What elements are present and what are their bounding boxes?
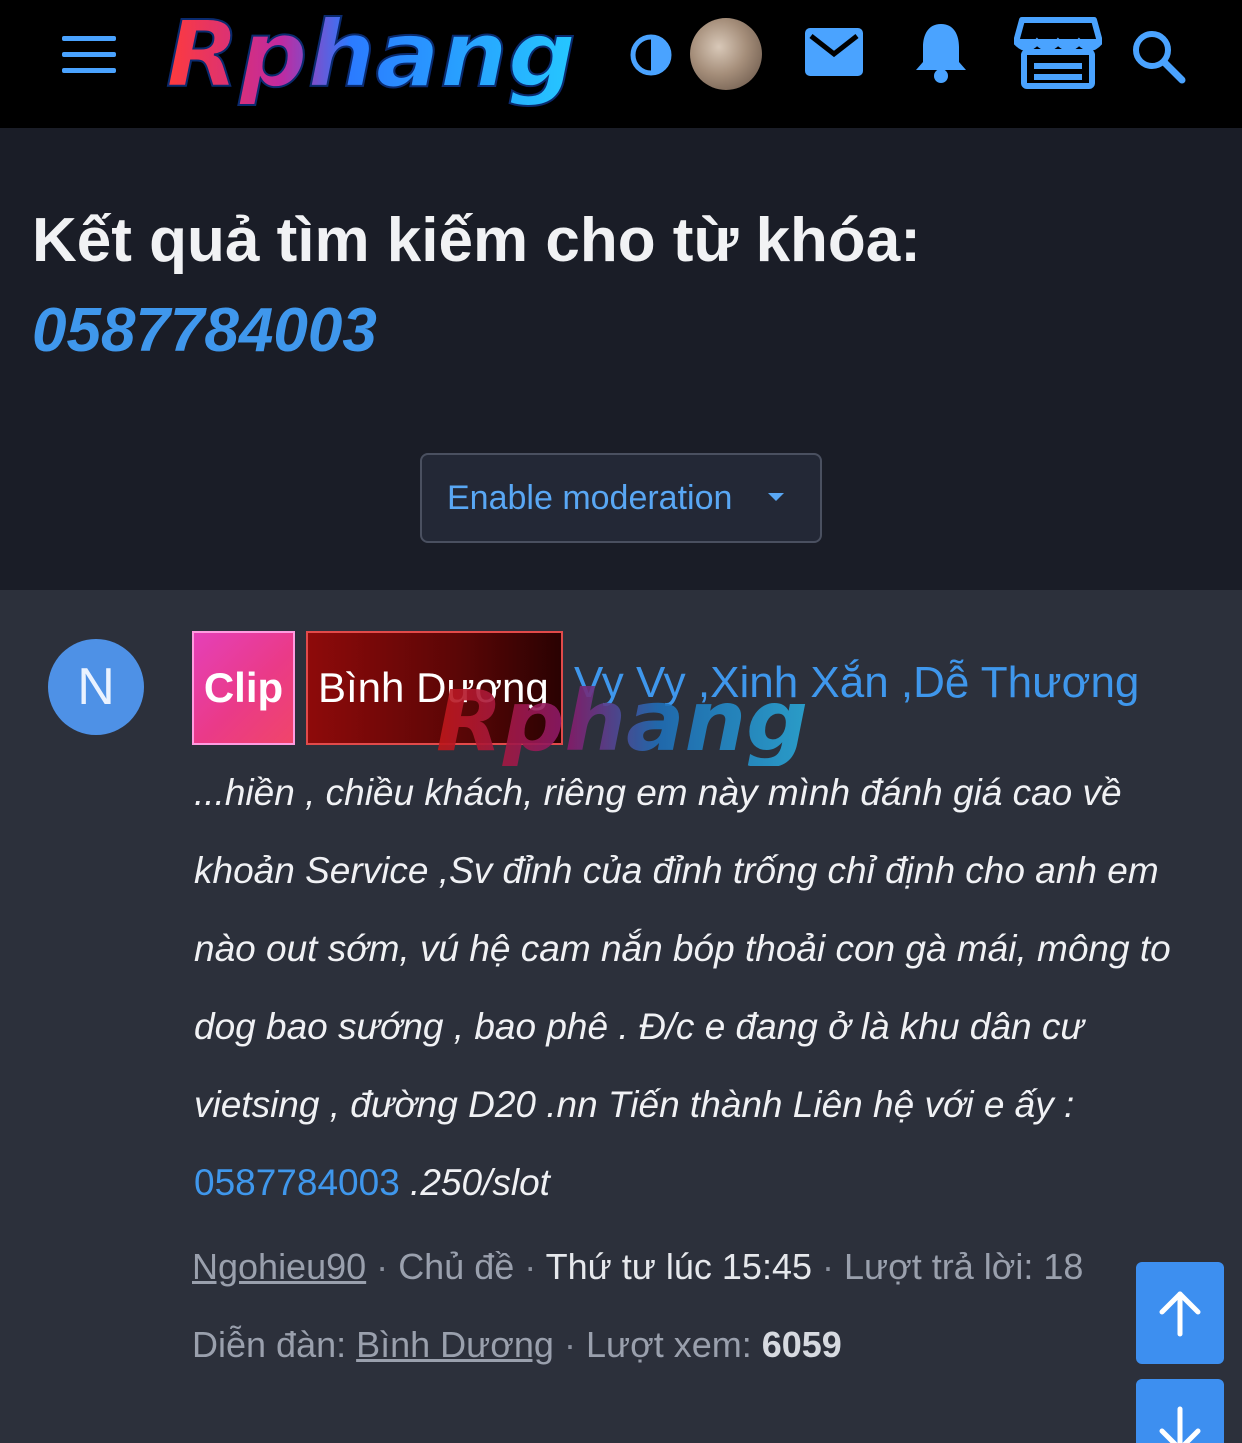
enable-moderation-button[interactable]: Enable moderation [420,453,822,543]
forum-label: Diễn đàn: [192,1324,347,1365]
arrow-up-icon [1159,1291,1201,1337]
enable-moderation-label: Enable moderation [447,478,733,517]
result-meta-line-2: Diễn đàn: Bình Dương · Lượt xem: 6059 [192,1324,842,1366]
reply-count: Lượt trả lời: 18 [844,1246,1084,1287]
post-date: Thứ tư lúc 15:45 [545,1246,812,1287]
store-icon[interactable] [1014,16,1102,90]
scroll-to-bottom-button[interactable] [1136,1379,1224,1443]
snippet-text: ...hiền , chiều khách, riêng em này mình… [194,772,1171,1125]
author-avatar[interactable]: N [48,639,144,735]
scroll-to-top-button[interactable] [1136,1262,1224,1364]
snippet-tail: .250/slot [399,1162,550,1203]
views-label: Lượt xem: [585,1324,752,1365]
theme-toggle-icon[interactable] [628,32,674,78]
page-title: Kết quả tìm kiếm cho từ khóa: 0587784003 [32,196,1212,376]
content-type: Chủ đề [398,1246,515,1287]
meta-separator: · [563,1324,576,1365]
result-meta-line-1: Ngohieu90 · Chủ đề · Thứ tư lúc 15:45 · … [192,1246,1083,1288]
result-snippet: ...hiền , chiều khách, riêng em này mình… [194,754,1184,1222]
top-navbar: Rphang [0,0,1242,128]
meta-separator: · [524,1246,537,1287]
svg-text:Rphang: Rphang [436,676,808,766]
watermark-logo: Rphang [436,676,808,766]
mail-icon[interactable] [803,26,865,78]
user-avatar[interactable] [690,18,762,90]
view-count: 6059 [761,1324,842,1365]
site-logo[interactable]: Rphang [162,8,582,108]
page-title-text: Kết quả tìm kiếm cho từ khóa: [32,206,921,275]
menu-icon[interactable] [60,34,120,76]
search-icon[interactable] [1128,26,1188,86]
svg-text:Rphang: Rphang [166,8,576,108]
forum-link[interactable]: Bình Dương [356,1324,554,1365]
bell-icon[interactable] [912,20,970,86]
meta-separator: · [376,1246,389,1287]
prefix-label-clip[interactable]: Clip [192,631,295,745]
chevron-down-icon [768,493,784,501]
snippet-keyword-highlight: 0587784003 [194,1162,400,1203]
search-keyword[interactable]: 0587784003 [32,286,1212,376]
arrow-down-icon [1159,1406,1201,1443]
author-link[interactable]: Ngohieu90 [192,1246,366,1287]
meta-separator: · [822,1246,834,1287]
